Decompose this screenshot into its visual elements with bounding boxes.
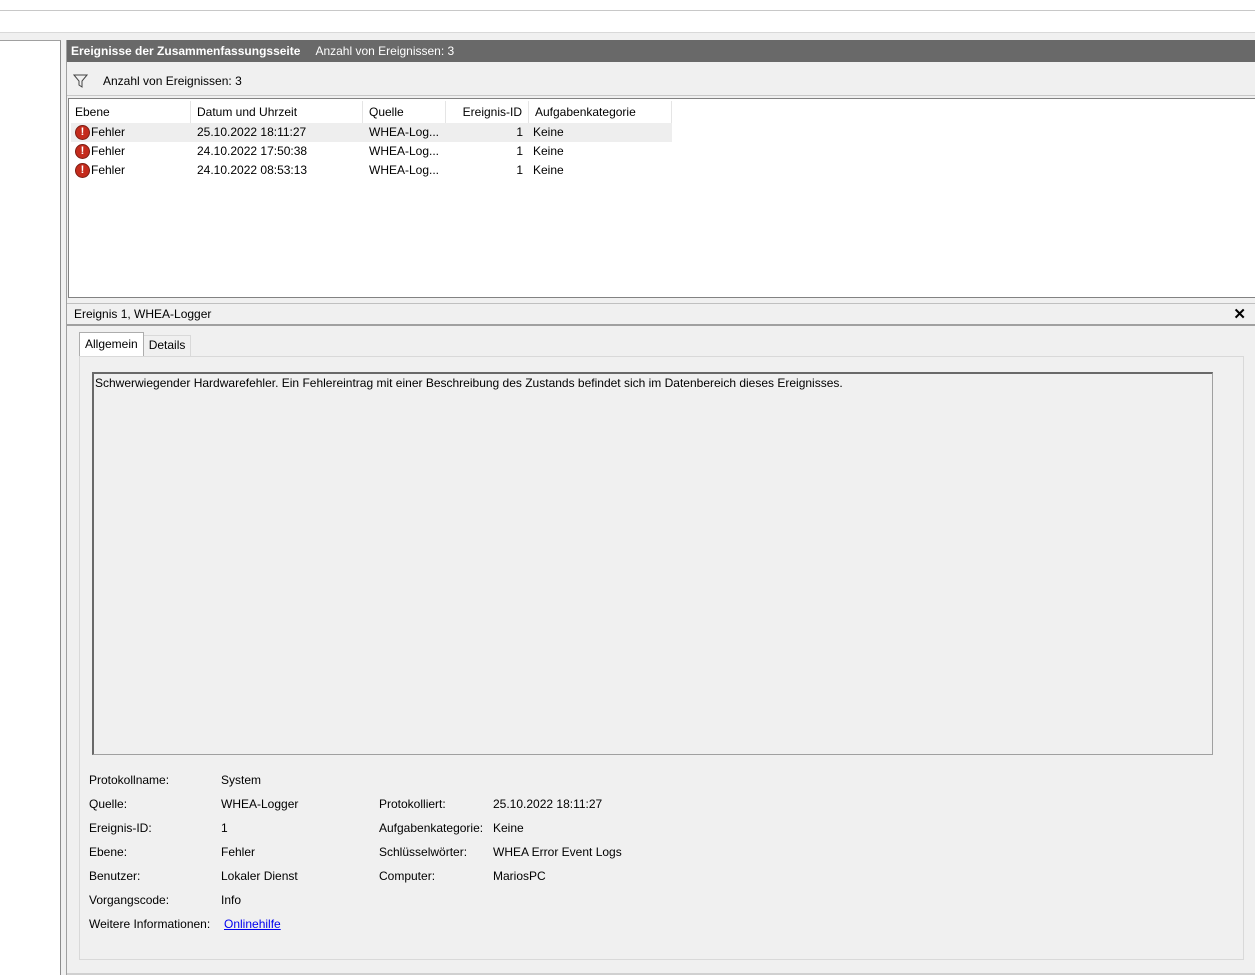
label-event-id: Ereignis-ID: (89, 821, 152, 835)
table-row[interactable]: ! Fehler 25.10.2022 18:11:27 WHEA-Log...… (71, 123, 672, 142)
row-category: Keine (533, 125, 564, 139)
window-top-bar (0, 0, 1255, 11)
event-detail-header: Ereignis 1, WHEA-Logger ✕ (67, 303, 1255, 326)
value-opcode: Info (221, 893, 242, 907)
value-logged: 25.10.2022 18:11:27 (493, 797, 603, 811)
value-level: Fehler (221, 845, 256, 859)
console-tree-pane[interactable] (0, 40, 61, 975)
row-source: WHEA-Log... (369, 125, 440, 139)
row-level: Fehler (91, 125, 126, 139)
pane-title: Ereignisse der Zusammenfassungsseite (71, 44, 301, 58)
row-event-id: 1 (516, 144, 523, 158)
value-log-name: System (221, 773, 262, 787)
event-detail-title: Ereignis 1, WHEA-Logger (74, 307, 212, 321)
event-description: Schwerwiegender Hardwarefehler. Ein Fehl… (95, 376, 843, 390)
label-level: Ebene: (89, 845, 128, 859)
table-row[interactable]: ! Fehler 24.10.2022 17:50:38 WHEA-Log...… (71, 142, 672, 161)
events-list[interactable]: Ebene Datum und Uhrzeit Quelle Ereignis-… (68, 98, 1255, 298)
label-opcode: Vorgangscode: (89, 893, 170, 907)
value-source: WHEA-Logger (221, 797, 299, 811)
row-datetime: 25.10.2022 18:11:27 (197, 125, 307, 139)
label-task-category: Aufgabenkategorie: (379, 821, 484, 835)
value-user: Lokaler Dienst (221, 869, 298, 883)
column-header-event-id[interactable]: Ereignis-ID (446, 101, 529, 123)
pane-event-count: Anzahl von Ereignissen: 3 (315, 44, 455, 58)
pane-header: Ereignisse der Zusammenfassungsseite Anz… (67, 40, 1255, 62)
toolbar (0, 11, 1255, 33)
row-datetime: 24.10.2022 17:50:38 (197, 144, 308, 158)
label-keywords: Schlüsselwörter: (379, 845, 468, 859)
row-category: Keine (533, 144, 564, 158)
column-header-task-category[interactable]: Aufgabenkategorie (529, 101, 672, 123)
label-more-info: Weitere Informationen: (89, 917, 211, 931)
tab-details[interactable]: Details (143, 335, 192, 356)
error-icon: ! (75, 144, 90, 159)
summary-events-pane: Ereignisse der Zusammenfassungsseite Anz… (66, 40, 1255, 975)
row-event-id: 1 (516, 125, 523, 139)
column-header-level[interactable]: Ebene (69, 101, 191, 123)
label-computer: Computer: (379, 869, 436, 883)
tab-allgemein[interactable]: Allgemein (79, 332, 144, 357)
label-logged: Protokolliert: (379, 797, 446, 811)
label-user: Benutzer: (89, 869, 141, 883)
value-keywords: WHEA Error Event Logs (493, 845, 622, 859)
value-task-category: Keine (493, 821, 524, 835)
table-row[interactable]: ! Fehler 24.10.2022 08:53:13 WHEA-Log...… (71, 161, 672, 180)
detail-tabs: Allgemein Details (79, 332, 192, 357)
row-source: WHEA-Log... (369, 163, 440, 177)
close-icon[interactable]: ✕ (1233, 306, 1246, 324)
event-description-box[interactable]: Schwerwiegender Hardwarefehler. Ein Fehl… (92, 372, 1213, 755)
online-help-link[interactable]: Onlinehilfe (224, 917, 281, 931)
row-source: WHEA-Log... (369, 144, 440, 158)
error-icon: ! (75, 125, 90, 140)
column-header-datetime[interactable]: Datum und Uhrzeit (191, 101, 363, 123)
filter-bar: Anzahl von Ereignissen: 3 (67, 66, 1255, 96)
label-source: Quelle: (89, 797, 128, 811)
row-level: Fehler (91, 163, 126, 177)
row-datetime: 24.10.2022 08:53:13 (197, 163, 308, 177)
row-event-id: 1 (516, 163, 523, 177)
value-event-id: 1 (221, 821, 228, 835)
row-level: Fehler (91, 144, 126, 158)
label-log-name: Protokollname: (89, 773, 170, 787)
filter-icon (72, 74, 89, 88)
error-icon: ! (75, 163, 90, 178)
column-header-source[interactable]: Quelle (363, 101, 446, 123)
filter-count-label: Anzahl von Ereignissen: 3 (103, 73, 242, 88)
row-category: Keine (533, 163, 564, 177)
toolbar-divider (0, 33, 1255, 40)
value-computer: MariosPC (493, 869, 546, 883)
